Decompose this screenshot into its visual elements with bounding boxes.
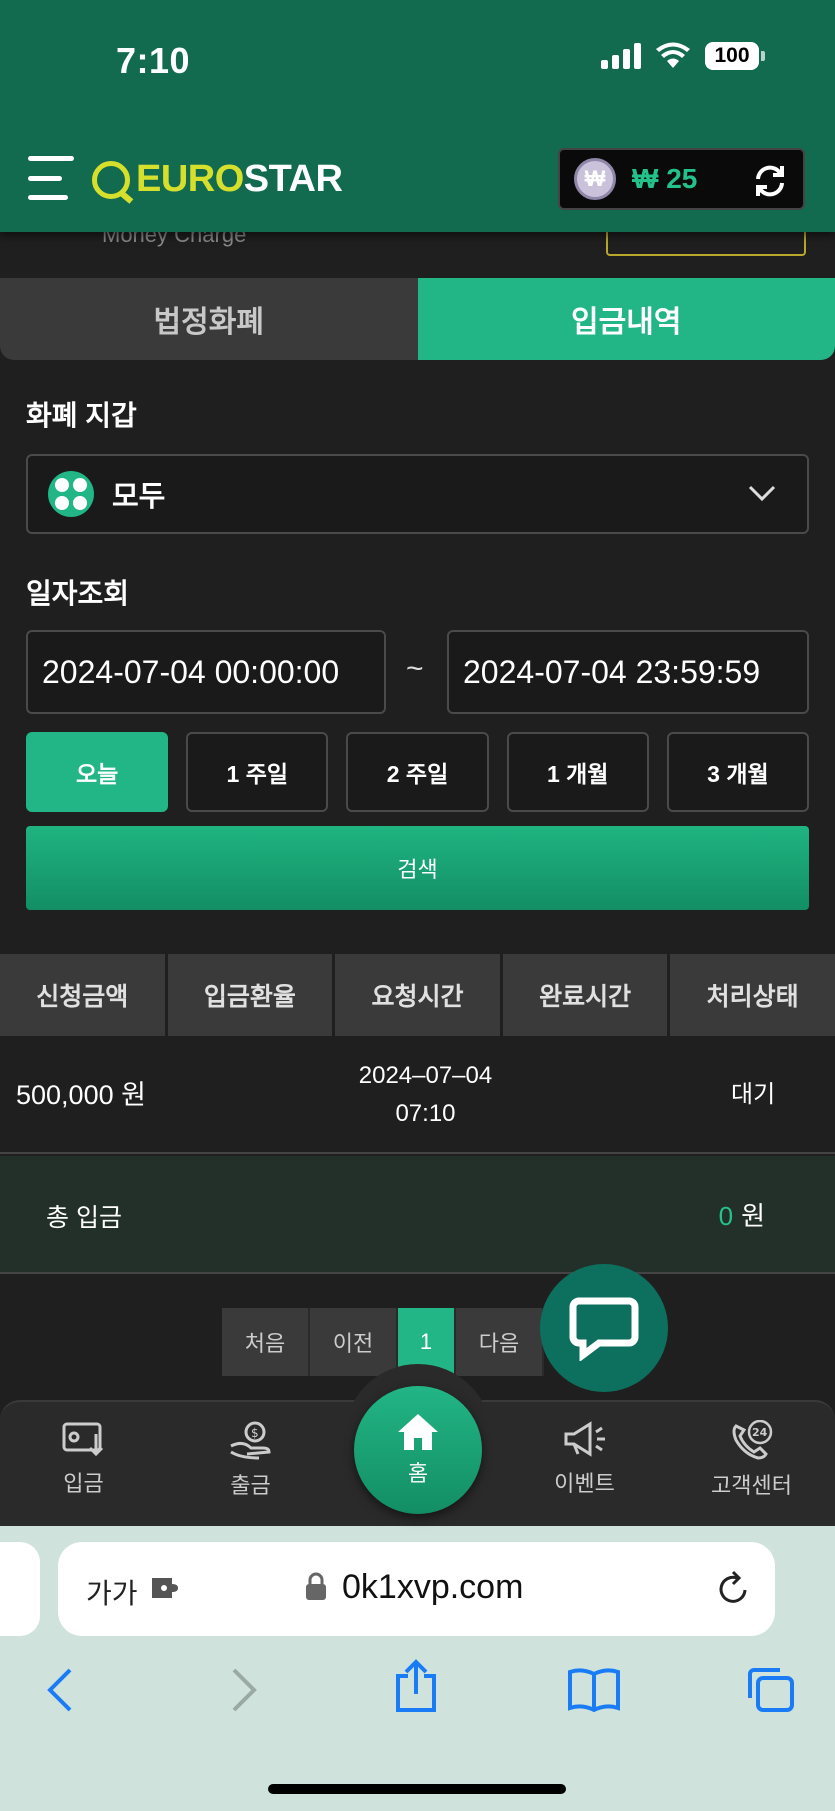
column-header: 요청시간	[335, 954, 500, 1036]
row-amount: 500,000 원	[16, 1080, 146, 1110]
total-label: 총 입금	[46, 1204, 122, 1232]
reload-icon[interactable]	[715, 1570, 751, 1608]
page-prev-button[interactable]: 이전	[310, 1308, 398, 1376]
column-header: 완료시간	[502, 954, 668, 1036]
start-date-input[interactable]	[26, 630, 386, 714]
date-section-label: 일자조회	[26, 578, 130, 609]
tabs-icon[interactable]	[746, 1666, 796, 1714]
browser-chrome: 가가 0k1xvp.com	[0, 1526, 835, 1811]
refresh-icon[interactable]	[751, 162, 789, 200]
period-3month-button[interactable]: 3 개월	[666, 732, 810, 812]
wallet-section-label: 화폐 지갑	[26, 400, 137, 431]
back-icon[interactable]	[44, 1666, 78, 1716]
tab-deposit-history[interactable]: 입금내역	[417, 278, 835, 360]
row-request-time: 2024–07–04 07:10	[358, 1062, 493, 1127]
bookmarks-icon[interactable]	[568, 1666, 620, 1712]
battery-icon: 100	[705, 42, 765, 70]
chevron-down-icon	[748, 485, 776, 502]
nav-withdraw[interactable]: $ 출금	[167, 1402, 334, 1526]
megaphone-icon	[564, 1421, 605, 1457]
table-header: 신청금액 입금환율 요청시간 완료시간 처리상태	[0, 954, 835, 1036]
period-1month-button[interactable]: 1 개월	[506, 732, 649, 812]
home-icon	[398, 1414, 438, 1450]
period-today-button[interactable]: 오늘	[26, 732, 169, 812]
column-header: 입금환율	[167, 954, 333, 1036]
home-indicator[interactable]	[268, 1784, 566, 1794]
tab-bar: 법정화폐 입금내역	[0, 278, 835, 360]
wallet-select[interactable]: 모두	[26, 454, 809, 534]
table-row: 500,000 원 2024–07–04 07:10 대기	[0, 1038, 835, 1154]
battery-level: 100	[705, 42, 759, 70]
period-2week-button[interactable]: 2 주일	[346, 732, 489, 812]
column-header: 신청금액	[0, 954, 165, 1036]
end-date-input[interactable]	[447, 630, 809, 714]
nav-support[interactable]: 24 고객센터	[668, 1402, 835, 1526]
period-buttons: 오늘 1 주일 2 주일 1 개월 3 개월	[26, 732, 810, 812]
page-next-button[interactable]: 다음	[456, 1308, 544, 1376]
row-complete-time	[507, 1038, 671, 1152]
total-value: 0원	[718, 1201, 765, 1231]
deposit-icon	[62, 1422, 103, 1457]
wallet-balance[interactable]: ₩ ₩ 25	[558, 148, 805, 210]
total-deposit: 총 입금 0원	[0, 1156, 835, 1274]
nav-event[interactable]: 이벤트	[501, 1402, 668, 1526]
wifi-icon	[656, 42, 690, 68]
support-24-icon: 24	[732, 1420, 772, 1460]
wallet-amount: ₩ 25	[632, 163, 698, 194]
svg-text:$: $	[251, 1426, 259, 1440]
chat-button[interactable]	[540, 1264, 668, 1392]
page-first-button[interactable]: 처음	[222, 1308, 310, 1376]
lock-icon	[306, 1572, 326, 1600]
extension-icon[interactable]	[150, 1574, 186, 1602]
status-time: 7:10	[116, 40, 191, 81]
menu-icon[interactable]	[28, 156, 74, 200]
withdraw-icon: $	[229, 1421, 271, 1460]
nav-deposit[interactable]: 입금	[0, 1402, 167, 1526]
won-coin-icon: ₩	[574, 158, 616, 200]
status-icons: 100	[601, 42, 765, 70]
share-icon[interactable]	[394, 1658, 438, 1714]
row-status: 대기	[731, 1081, 776, 1108]
signal-icon	[601, 43, 641, 69]
nav-home[interactable]: 홈	[354, 1386, 482, 1514]
logo-text: EUROSTAR	[136, 158, 343, 200]
reader-aa-button[interactable]: 가가	[86, 1572, 138, 1612]
row-rate	[180, 1038, 344, 1152]
logo-mark-icon	[92, 160, 130, 199]
previous-tab-preview[interactable]	[0, 1542, 40, 1636]
date-separator: ~	[406, 652, 424, 685]
pagination: 처음 이전 1 다음	[222, 1308, 544, 1376]
column-header: 처리상태	[670, 954, 835, 1036]
forward-icon[interactable]	[226, 1666, 260, 1716]
app-header: 7:10 100 EUROSTAR ₩ ₩ 25	[0, 0, 835, 232]
tab-fiat[interactable]: 법정화폐	[0, 278, 418, 360]
address-bar[interactable]: 가가 0k1xvp.com	[58, 1542, 775, 1636]
search-button[interactable]: 검색	[26, 826, 809, 910]
wallet-select-value: 모두	[112, 481, 166, 513]
period-1week-button[interactable]: 1 주일	[186, 732, 329, 812]
chat-icon	[569, 1297, 639, 1361]
url-text: 0k1xvp.com	[342, 1568, 524, 1606]
grid-icon	[48, 471, 94, 517]
logo[interactable]: EUROSTAR	[92, 158, 343, 201]
browser-toolbar	[0, 1659, 835, 1736]
svg-text:24: 24	[752, 1426, 768, 1439]
